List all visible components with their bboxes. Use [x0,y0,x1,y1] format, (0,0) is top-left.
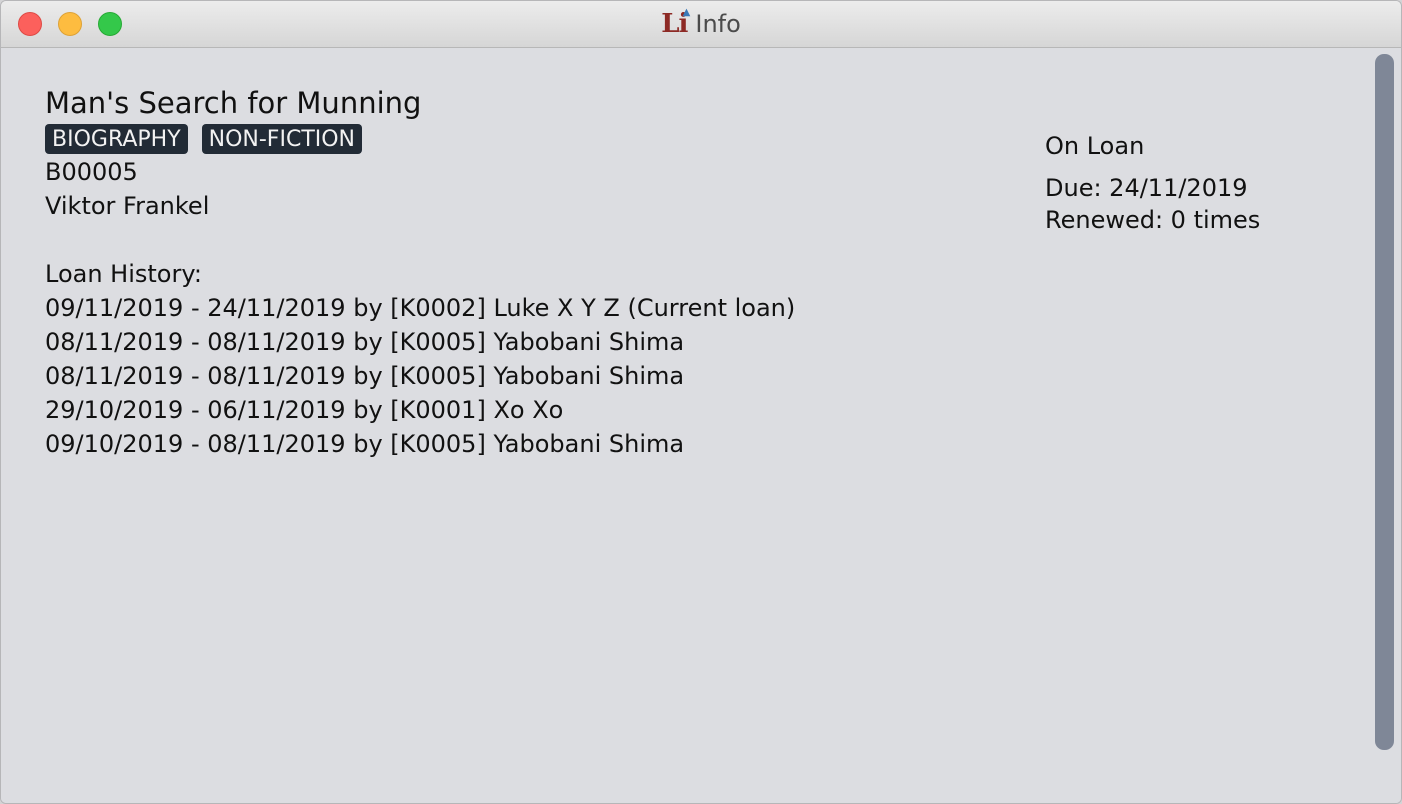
loan-status: On Loan [1045,132,1145,160]
loan-history-heading: Loan History: [45,260,202,288]
title-group: Li ▲ Info [1,1,1401,47]
book-id: B00005 [45,158,138,186]
tag-list: BIOGRAPHY NON-FICTION [45,124,363,154]
renewed-count: Renewed: 0 times [1045,206,1261,234]
content-panel: Man's Search for Munning BIOGRAPHY NON-F… [1,48,1401,803]
loan-history-entry: 29/10/2019 - 06/11/2019 by [K0001] Xo Xo [45,396,564,424]
info-window: Li ▲ Info Man's Search for Munning BIOGRA… [0,0,1402,804]
app-logo: Li ▲ [661,7,691,39]
vertical-scrollbar[interactable] [1369,48,1401,803]
book-author: Viktor Frankel [45,192,210,220]
loan-history-entry: 08/11/2019 - 08/11/2019 by [K0005] Yabob… [45,362,685,390]
book-title: Man's Search for Munning [45,86,422,120]
loan-history-entry: 09/11/2019 - 24/11/2019 by [K0002] Luke … [45,294,796,322]
loan-history-entry: 08/11/2019 - 08/11/2019 by [K0005] Yabob… [45,328,685,356]
logo-accent-icon: ▲ [682,7,691,18]
window-title: Info [695,10,741,38]
tag-badge: NON-FICTION [201,124,363,154]
title-bar[interactable]: Li ▲ Info [1,1,1401,48]
tag-badge: BIOGRAPHY [45,124,188,154]
scrollbar-thumb[interactable] [1375,54,1394,750]
due-date: Due: 24/11/2019 [1045,174,1248,202]
loan-history-entry: 09/10/2019 - 08/11/2019 by [K0005] Yabob… [45,430,685,458]
